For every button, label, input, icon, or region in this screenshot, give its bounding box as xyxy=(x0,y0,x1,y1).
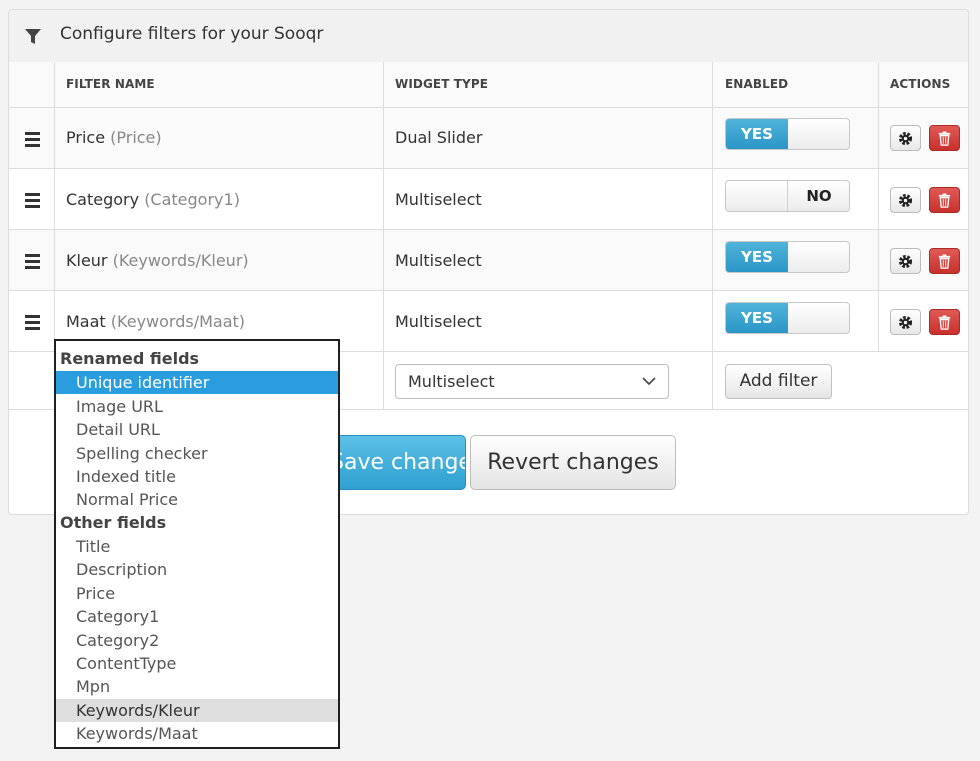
trash-icon xyxy=(938,131,951,146)
dropdown-option[interactable]: Price xyxy=(56,582,338,605)
divider xyxy=(9,229,968,230)
toggle-on-label: YES xyxy=(726,119,788,149)
toggle-off-label: NO xyxy=(806,187,832,205)
enabled-toggle[interactable]: YES xyxy=(725,302,850,334)
panel-title: Configure filters for your Sooqr xyxy=(60,24,324,44)
drag-handle-icon[interactable] xyxy=(25,132,40,150)
save-changes-button[interactable]: Save changes xyxy=(329,435,466,490)
trash-icon xyxy=(938,254,951,269)
delete-button[interactable] xyxy=(929,248,960,274)
option-group-label: Renamed fields xyxy=(60,349,200,368)
widget-type: Multiselect xyxy=(395,251,482,270)
filter-name: Category (Category1) xyxy=(66,190,240,209)
enabled-toggle[interactable]: NO xyxy=(725,180,850,212)
column-header-widget-type: WIDGET TYPE xyxy=(395,77,489,91)
trash-icon xyxy=(938,193,951,208)
dropdown-option[interactable]: Mpn xyxy=(56,675,338,698)
delete-button[interactable] xyxy=(929,309,960,335)
drag-handle-icon[interactable] xyxy=(25,254,40,272)
widget-type: Dual Slider xyxy=(395,128,483,147)
dropdown-option[interactable]: Unique identifier xyxy=(56,371,338,394)
settings-button[interactable] xyxy=(890,187,921,213)
toggle-on-label: YES xyxy=(726,242,788,272)
revert-changes-button[interactable]: Revert changes xyxy=(470,435,676,490)
dropdown-option[interactable]: Category2 xyxy=(56,629,338,652)
column-header-filter-name: FILTER NAME xyxy=(66,77,155,91)
column-header-enabled: ENABLED xyxy=(725,77,789,91)
dropdown-option[interactable]: Category1 xyxy=(56,605,338,628)
delete-button[interactable] xyxy=(929,125,960,151)
toggle-knob xyxy=(788,242,849,272)
column-header-actions: ACTIONS xyxy=(890,77,951,91)
gear-icon xyxy=(898,131,913,146)
toggle-knob xyxy=(726,181,788,211)
divider xyxy=(878,62,879,352)
gear-icon xyxy=(898,315,913,330)
dropdown-option[interactable]: ContentType xyxy=(56,652,338,675)
drag-handle-icon[interactable] xyxy=(25,193,40,211)
dropdown-option[interactable]: Description xyxy=(56,558,338,581)
filter-name: Price (Price) xyxy=(66,128,162,147)
dropdown-option[interactable]: Spelling checker xyxy=(56,442,338,465)
delete-button[interactable] xyxy=(929,187,960,213)
dropdown-option[interactable]: Normal Price xyxy=(56,488,338,511)
filter-icon xyxy=(25,29,41,44)
dropdown-option[interactable]: Title xyxy=(56,535,338,558)
widget-type-select-value: Multiselect xyxy=(408,372,495,391)
dropdown-option[interactable]: Keywords/Kleur xyxy=(56,699,338,722)
filter-name: Maat (Keywords/Maat) xyxy=(66,312,246,331)
toggle-on-label: YES xyxy=(726,303,788,333)
widget-type: Multiselect xyxy=(395,312,482,331)
widget-type: Multiselect xyxy=(395,190,482,209)
filter-name: Kleur (Keywords/Kleur) xyxy=(66,251,249,270)
settings-button[interactable] xyxy=(890,248,921,274)
panel-header: Configure filters for your Sooqr xyxy=(9,10,968,63)
toggle-knob xyxy=(788,119,849,149)
add-filter-button[interactable]: Add filter xyxy=(725,364,832,399)
dropdown-option[interactable]: Detail URL xyxy=(56,418,338,441)
dropdown-option[interactable]: Image URL xyxy=(56,395,338,418)
divider xyxy=(9,290,968,291)
trash-icon xyxy=(938,315,951,330)
divider xyxy=(383,62,384,410)
divider xyxy=(712,62,713,410)
dropdown-option[interactable]: Indexed title xyxy=(56,465,338,488)
settings-button[interactable] xyxy=(890,125,921,151)
gear-icon xyxy=(898,254,913,269)
enabled-toggle[interactable]: YES xyxy=(725,241,850,273)
option-group-label: Other fields xyxy=(60,513,167,532)
chevron-down-icon xyxy=(642,377,656,386)
divider xyxy=(9,168,968,169)
toggle-knob xyxy=(788,303,849,333)
dropdown-option[interactable]: Keywords/Maat xyxy=(56,722,338,745)
settings-button[interactable] xyxy=(890,309,921,335)
divider xyxy=(9,107,968,108)
enabled-toggle[interactable]: YES xyxy=(725,118,850,150)
field-dropdown-list[interactable]: Renamed fields Unique identifier Image U… xyxy=(54,339,340,749)
widget-type-select[interactable]: Multiselect xyxy=(395,364,669,399)
gear-icon xyxy=(898,193,913,208)
drag-handle-icon[interactable] xyxy=(25,315,40,333)
